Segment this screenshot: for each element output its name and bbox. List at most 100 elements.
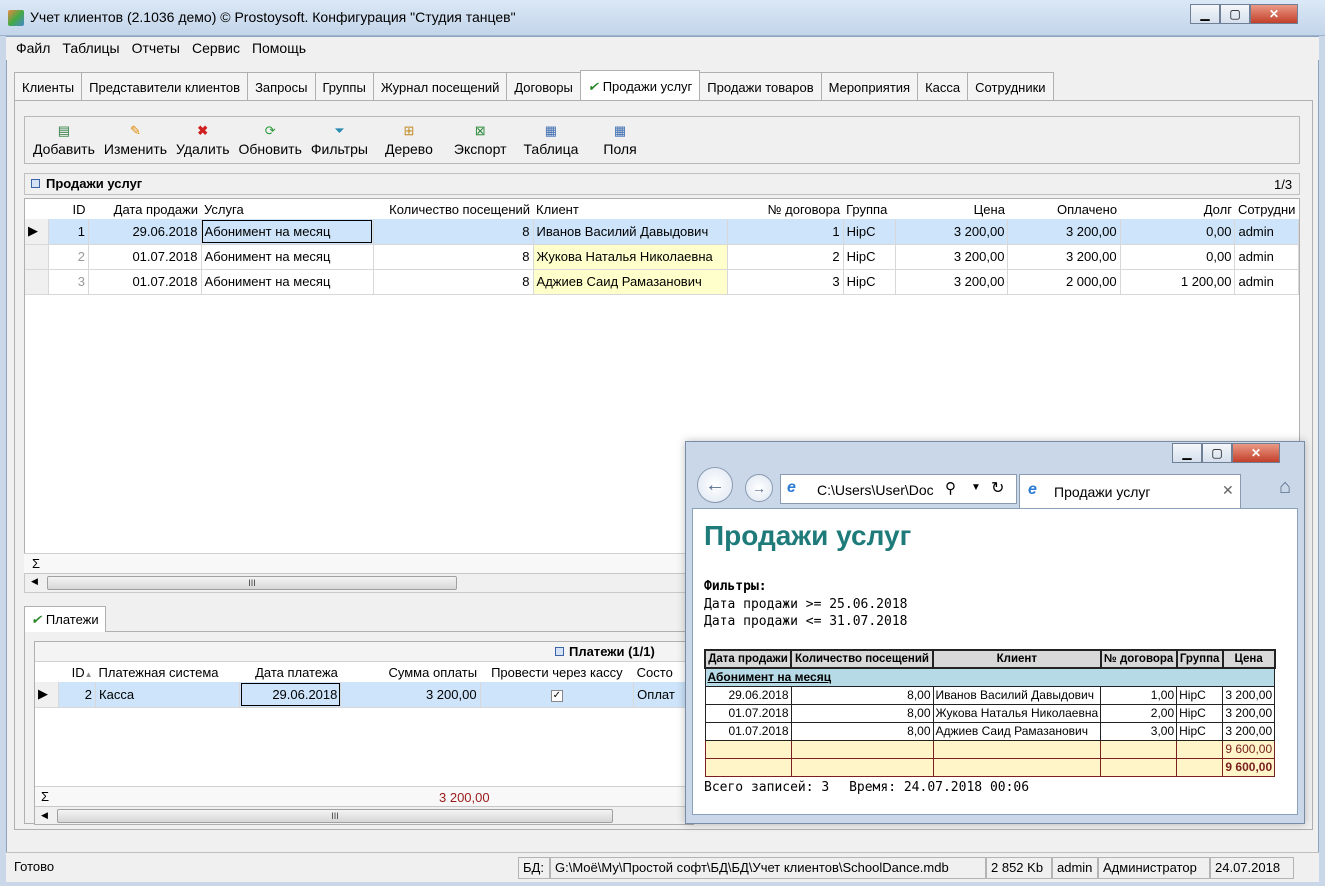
col-pay-id[interactable]: ID▲ [58, 662, 96, 682]
status-role: Администратор [1098, 857, 1210, 879]
col-service[interactable]: Услуга [201, 199, 374, 219]
menu-help[interactable]: Помощь [246, 37, 312, 60]
browser-window-controls: ▁ ▢ ✕ [1172, 443, 1280, 463]
delete-button[interactable]: ✖ Удалить [172, 117, 233, 163]
close-button[interactable]: ✕ [1250, 4, 1298, 24]
report-time: Время: 24.07.2018 00:06 [849, 780, 1030, 795]
collapse-icon[interactable] [555, 647, 564, 656]
collapse-icon[interactable] [31, 179, 40, 188]
scroll-left-icon[interactable]: ◀ [31, 576, 38, 587]
report-footer: Всего записей: 3 Время: 24.07.2018 00:06 [704, 780, 1029, 795]
home-icon[interactable]: ⌂ [1279, 476, 1291, 499]
table-button[interactable]: ▦ Таблица [519, 117, 582, 163]
col-paid[interactable]: Оплачено [1007, 199, 1121, 219]
add-icon: ▤ [57, 123, 71, 138]
browser-close-button[interactable]: ✕ [1232, 443, 1280, 463]
table-row[interactable]: 2 01.07.2018 Абонимент на месяц 8 Жукова… [25, 244, 1299, 270]
col-payment-system[interactable]: Платежная система [95, 662, 240, 682]
minimize-button[interactable]: ▁ [1190, 4, 1220, 24]
edit-button[interactable]: ✎ Изменить [100, 117, 171, 163]
search-icon[interactable]: ⚲ [945, 479, 956, 497]
col-payment-date[interactable]: Дата платежа [239, 662, 341, 682]
browser-maximize-button[interactable]: ▢ [1202, 443, 1232, 463]
col-contract[interactable]: № договора [727, 199, 844, 219]
tree-button[interactable]: ⊞ Дерево [381, 117, 437, 163]
tab-service-sales[interactable]: ✔ Продажи услуг [579, 70, 701, 100]
tab-client-representatives[interactable]: Представители клиентов [81, 72, 249, 100]
row-pointer-icon: ▶ [35, 682, 59, 708]
dropdown-icon[interactable]: ▼ [971, 482, 981, 493]
tab-visit-log[interactable]: Журнал посещений [372, 72, 508, 100]
report-title: Продажи услуг [704, 520, 912, 551]
browser-minimize-button[interactable]: ▁ [1172, 443, 1202, 463]
table-row[interactable]: ▶ 2 Касса 29.06.2018 3 200,00 ✓ Оплат [35, 682, 693, 708]
report-row: 29.06.2018 8,00 Иванов Василий Давыдович… [704, 685, 1276, 705]
col-id[interactable]: ID [48, 199, 89, 219]
close-tab-icon[interactable]: ✕ [1222, 482, 1234, 499]
report-header-row: Дата продажи Количество посещений Клиент… [704, 649, 1276, 669]
menu-tables[interactable]: Таблицы [56, 37, 125, 60]
sales-grid-title: Продажи услуг [46, 176, 143, 191]
tab-contracts[interactable]: Договоры [506, 72, 581, 100]
menu-service[interactable]: Сервис [186, 37, 246, 60]
sales-page-indicator: 1/3 [1274, 177, 1293, 192]
col-employee[interactable]: Сотрудни [1234, 199, 1299, 219]
menu-reports[interactable]: Отчеты [126, 37, 186, 60]
tab-requests[interactable]: Запросы [247, 72, 316, 100]
scroll-thumb[interactable]: III [47, 576, 457, 590]
col-client[interactable]: Клиент [533, 199, 728, 219]
back-icon[interactable]: ← [697, 467, 733, 503]
tab-events[interactable]: Мероприятия [820, 72, 919, 100]
fields-icon: ▦ [613, 123, 627, 138]
ie-icon: e [787, 479, 796, 496]
browser-tab[interactable]: e Продажи услуг ✕ [1019, 474, 1241, 508]
table-row[interactable]: 3 01.07.2018 Абонимент на месяц 8 Аджиев… [25, 269, 1299, 295]
col-payment-amount[interactable]: Сумма оплаты [340, 662, 481, 682]
filters-button[interactable]: ⏷ Фильтры [307, 117, 372, 163]
table-row[interactable]: ▶ 1 29.06.2018 Абонимент на месяц 8 Иван… [25, 219, 1299, 245]
menu-bar: Файл Таблицы Отчеты Сервис Помощь [6, 37, 1319, 60]
address-bar[interactable]: e C:\Users\User\Doc ⚲ ▼ ↻ [780, 474, 1017, 504]
col-debt[interactable]: Долг [1120, 199, 1235, 219]
forward-icon[interactable]: → [745, 474, 773, 502]
payments-grid: Платежи (1/1) ID▲ Платежная система Дата… [34, 641, 694, 825]
tab-label: Продажи услуг [602, 79, 693, 94]
sales-header-row: ID Дата продажи Услуга Количество посеще… [25, 199, 1299, 219]
main-tabs: Клиенты Представители клиентов Запросы Г… [14, 70, 1054, 100]
tab-clients[interactable]: Клиенты [14, 72, 83, 100]
refresh-icon[interactable]: ↻ [991, 478, 1004, 498]
scroll-left-icon[interactable]: ◀ [41, 810, 48, 821]
add-label: Добавить [33, 141, 95, 157]
browser-tab-title: Продажи услуг [1054, 484, 1151, 500]
report-filter-2: Дата продажи <= 31.07.2018 [704, 614, 908, 629]
maximize-button[interactable]: ▢ [1220, 4, 1250, 24]
tab-cash[interactable]: Касса [917, 72, 969, 100]
tab-payments[interactable]: ✔ Платежи [24, 606, 106, 632]
fields-label: Поля [603, 141, 637, 157]
refresh-button[interactable]: ⟳ Обновить [234, 117, 305, 163]
add-button[interactable]: ▤ Добавить [29, 117, 99, 163]
via-cash-checkbox[interactable]: ✓ [550, 690, 563, 703]
col-price[interactable]: Цена [895, 199, 1008, 219]
report-group-row: Абонимент на месяц [704, 667, 1276, 687]
col-group[interactable]: Группа [843, 199, 896, 219]
tab-product-sales[interactable]: Продажи товаров [699, 72, 822, 100]
delete-label: Удалить [176, 141, 230, 157]
refresh-label: Обновить [238, 141, 302, 157]
menu-file[interactable]: Файл [10, 37, 56, 60]
report-table-wrap: Дата продажи Количество посещений Клиент… [704, 649, 1276, 777]
tab-groups[interactable]: Группы [314, 72, 374, 100]
status-ready: Готово [10, 857, 518, 879]
col-via-cash[interactable]: Провести через кассу [480, 662, 634, 682]
fields-button[interactable]: ▦ Поля [599, 117, 640, 163]
payments-horizontal-scrollbar[interactable]: ◀ III [35, 806, 693, 824]
scroll-thumb[interactable]: III [57, 809, 613, 823]
col-visits[interactable]: Количество посещений [373, 199, 534, 219]
ie-icon: e [1028, 481, 1037, 498]
tab-employees[interactable]: Сотрудники [967, 72, 1054, 100]
export-button[interactable]: ⊠ Экспорт [450, 117, 511, 163]
col-state[interactable]: Состо [633, 662, 693, 682]
status-bar: Готово БД: G:\Моё\Му\Простой софт\БД\БД\… [6, 852, 1319, 882]
delete-icon: ✖ [197, 123, 209, 138]
col-sale-date[interactable]: Дата продажи [88, 199, 202, 219]
